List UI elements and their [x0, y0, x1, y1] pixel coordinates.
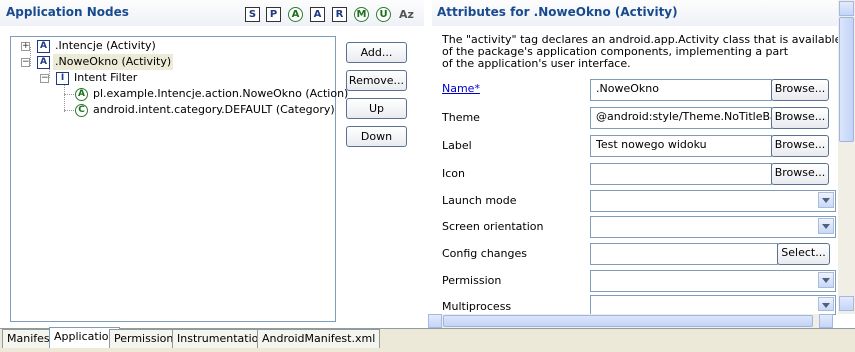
toolbar-s-icon[interactable]: S	[245, 7, 260, 22]
tab-androidmanifest-xml[interactable]: AndroidManifest.xml	[257, 329, 381, 348]
chevron-down-icon[interactable]	[818, 192, 834, 208]
add-button[interactable]: Add...	[346, 42, 407, 63]
scroll-left-icon[interactable]	[428, 314, 442, 328]
screen-orientation-select[interactable]	[590, 216, 836, 238]
scroll-up-icon[interactable]	[839, 1, 854, 16]
tree-node-intent-filter[interactable]: Intent Filter	[74, 70, 137, 86]
tree-node-intencje[interactable]: .Intencje (Activity)	[55, 38, 156, 54]
tree-connector	[64, 94, 74, 95]
permission-select[interactable]	[590, 270, 836, 292]
collapse-toggle[interactable]: −	[40, 74, 49, 83]
right-section-title: Attributes for .NoweOkno (Activity)	[437, 5, 678, 19]
toolbar-a-circle-icon[interactable]: A	[288, 7, 303, 22]
config-changes-field[interactable]	[590, 243, 778, 265]
toolbar-u-icon[interactable]: U	[376, 7, 391, 22]
chevron-down-icon[interactable]	[818, 218, 834, 234]
application-tree[interactable]: + A .Intencje (Activity) − A .NoweOkno (…	[10, 36, 348, 322]
name-link[interactable]: Name*	[442, 82, 480, 95]
collapse-toggle[interactable]: −	[21, 58, 30, 67]
theme-browse-button[interactable]: Browse...	[771, 107, 829, 129]
tree-connector	[30, 47, 31, 66]
label-label: Label	[442, 139, 472, 152]
theme-label: Theme	[442, 111, 480, 124]
intent-filter-icon: I	[56, 72, 69, 85]
screen-orientation-label: Screen orientation	[442, 220, 544, 233]
left-section-title: Application Nodes	[6, 5, 129, 19]
name-field[interactable]: .NoweOkno	[590, 79, 772, 101]
toolbar-a-icon[interactable]: A	[310, 7, 325, 22]
horizontal-scrollbar[interactable]	[428, 314, 833, 328]
scroll-thumb[interactable]	[839, 17, 854, 142]
scroll-down-icon[interactable]	[839, 296, 854, 311]
category-icon: C	[75, 104, 88, 117]
up-button[interactable]: Up	[346, 98, 407, 119]
remove-button[interactable]: Remove...	[346, 70, 407, 91]
chevron-down-icon[interactable]	[818, 297, 834, 311]
multiprocess-label: Multiprocess	[442, 300, 512, 313]
down-button[interactable]: Down	[346, 126, 407, 147]
activity-description: The "activity" tag declares an android.a…	[442, 34, 855, 70]
toolbar-p-icon[interactable]: P	[266, 7, 281, 22]
tree-connector	[64, 110, 74, 111]
tree-node-noweokno[interactable]: .NoweOkno (Activity)	[53, 54, 174, 70]
sort-az-icon[interactable]: Az	[399, 8, 414, 21]
launch-mode-select[interactable]	[590, 190, 836, 212]
name-browse-button[interactable]: Browse...	[771, 79, 829, 101]
tree-node-action[interactable]: pl.example.Intencje.action.NoweOkno (Act…	[93, 86, 348, 102]
multiprocess-select[interactable]	[590, 295, 836, 315]
vertical-scrollbar[interactable]	[838, 0, 855, 314]
activity-icon: A	[37, 40, 50, 53]
theme-field[interactable]: @android:style/Theme.NoTitleBar	[590, 107, 772, 129]
expand-toggle[interactable]: +	[21, 42, 30, 51]
toolbar-r-icon[interactable]: R	[332, 7, 347, 22]
tree-node-category[interactable]: android.intent.category.DEFAULT (Categor…	[93, 102, 335, 118]
toolbar-m-icon[interactable]: M	[354, 7, 369, 22]
action-icon: A	[75, 88, 88, 101]
scroll-right-icon[interactable]	[819, 314, 833, 328]
icon-label: Icon	[442, 167, 465, 180]
tree-connector	[64, 83, 65, 112]
tab-instrumentation[interactable]: Instrumentation	[172, 329, 271, 348]
config-changes-select-button[interactable]: Select...	[777, 243, 830, 265]
launch-mode-label: Launch mode	[442, 194, 517, 207]
label-browse-button[interactable]: Browse...	[771, 135, 829, 157]
config-changes-label: Config changes	[442, 247, 528, 260]
activity-icon: A	[37, 56, 50, 69]
chevron-down-icon[interactable]	[818, 272, 834, 288]
scroll-thumb-horizontal[interactable]	[443, 315, 813, 327]
label-field[interactable]: Test nowego widoku	[590, 135, 772, 157]
icon-field[interactable]	[590, 163, 772, 185]
description-line: of the application's user interface.	[442, 57, 631, 70]
icon-browse-button[interactable]: Browse...	[771, 163, 829, 185]
permission-label: Permission	[442, 274, 502, 287]
